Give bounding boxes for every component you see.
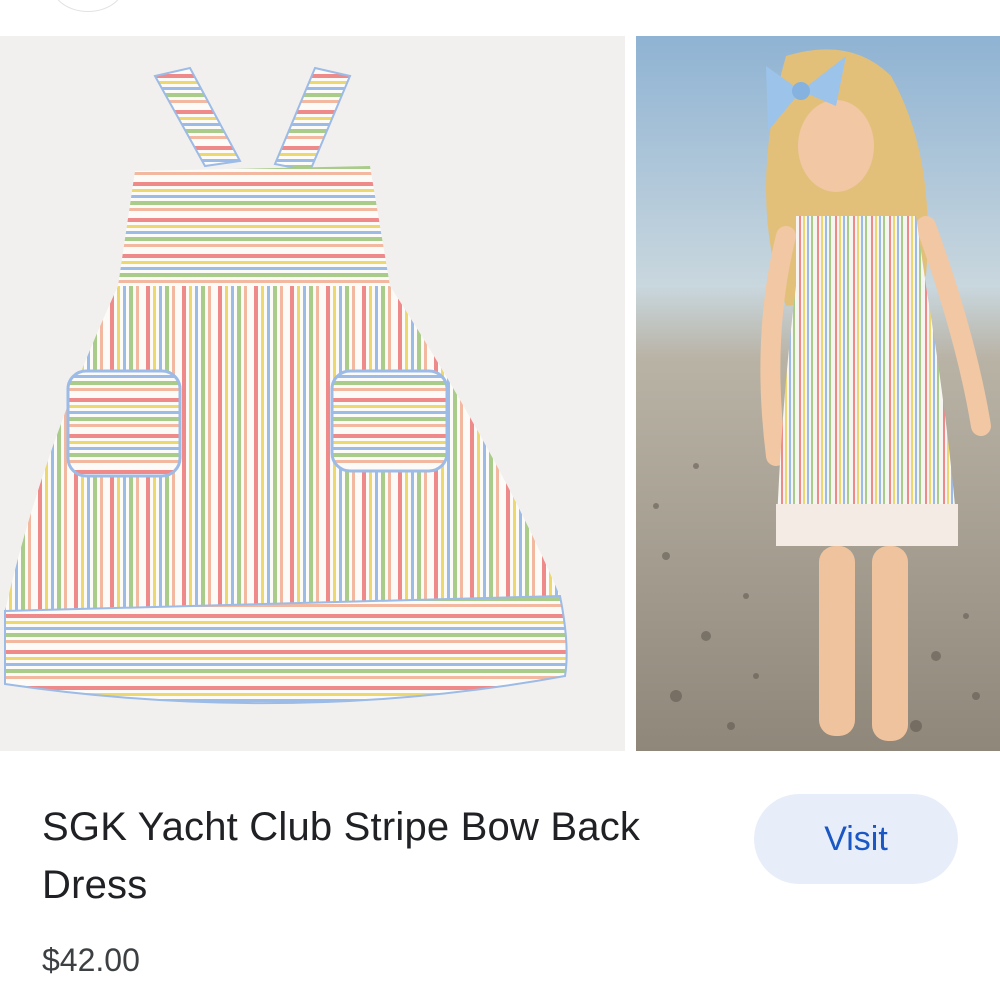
product-price: $42.00 (42, 942, 140, 978)
visit-button[interactable]: Visit (754, 794, 958, 884)
model-image[interactable] (636, 36, 1000, 751)
product-image[interactable] (0, 36, 625, 751)
girl-on-beach-photo (636, 36, 1000, 751)
product-title: SGK Yacht Club Stripe Bow Back Dress (42, 805, 641, 907)
dress-photo (0, 36, 625, 751)
top-avatar-circle[interactable] (52, 0, 124, 12)
